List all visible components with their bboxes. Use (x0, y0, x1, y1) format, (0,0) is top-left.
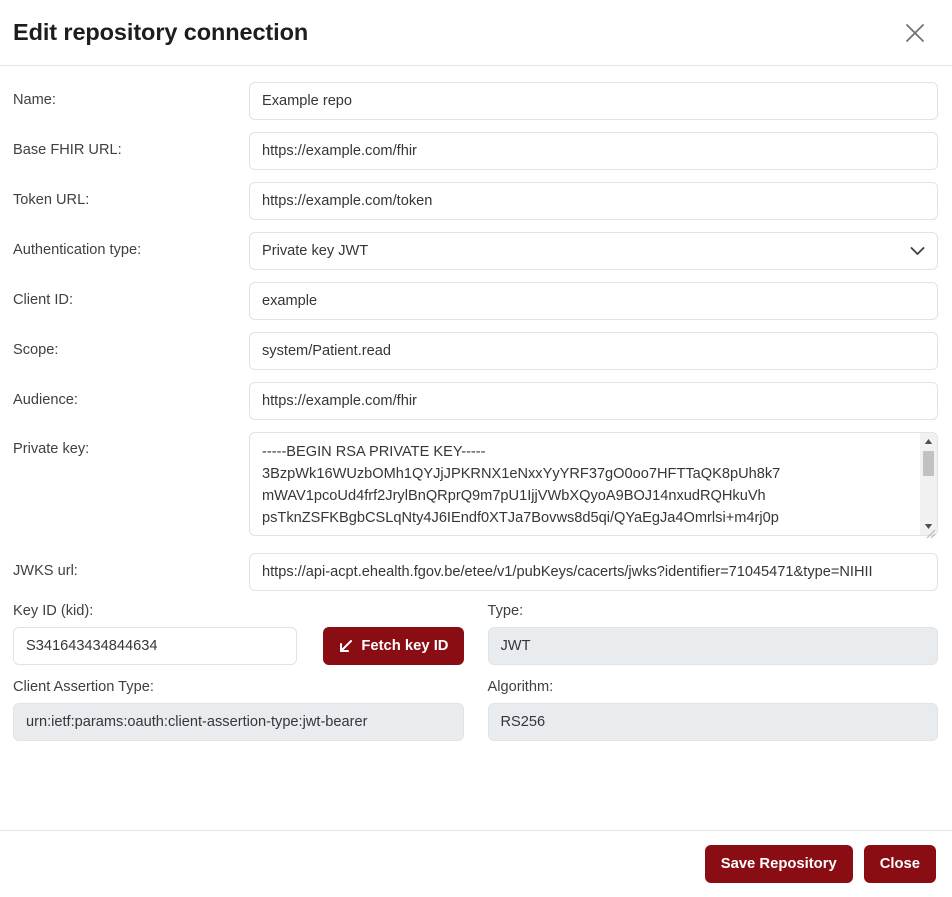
name-input[interactable] (249, 82, 938, 120)
form-row-name: Name: (13, 82, 938, 120)
form-row-private-key: Private key: -----BEGIN RSA PRIVATE KEY-… (13, 432, 938, 541)
scrollbar-thumb[interactable] (923, 451, 934, 476)
scroll-down-icon[interactable] (920, 518, 937, 535)
algorithm-group: Algorithm: (487, 679, 938, 741)
form-row-authentication-type: Authentication type: (13, 232, 938, 270)
form-row-audience: Audience: (13, 382, 938, 420)
dialog-body: Name: Base FHIR URL: Token URL: Authenti… (0, 66, 952, 830)
scroll-up-icon[interactable] (920, 433, 937, 450)
client-id-label: Client ID: (13, 292, 74, 309)
base-fhir-url-input[interactable] (249, 132, 938, 170)
form-row-client-assertion-and-algorithm: Client Assertion Type: Algorithm: (13, 679, 938, 741)
authentication-type-label: Authentication type: (13, 242, 142, 259)
edit-repository-connection-dialog: Edit repository connection Name: Base FH… (0, 0, 952, 897)
jwks-url-input[interactable] (249, 553, 938, 591)
type-group: Type: (487, 603, 938, 665)
authentication-type-select[interactable] (249, 232, 938, 270)
algorithm-label: Algorithm: (487, 679, 554, 695)
token-url-input[interactable] (249, 182, 938, 220)
private-key-scrollbar[interactable] (920, 433, 937, 535)
client-id-input[interactable] (249, 282, 938, 320)
private-key-label: Private key: (13, 441, 90, 457)
dialog-footer: Save Repository Close (0, 830, 952, 897)
scope-label: Scope: (13, 342, 59, 359)
close-button[interactable]: Close (863, 845, 936, 883)
form-row-jwks-url: JWKS url: (13, 553, 938, 591)
audience-label: Audience: (13, 392, 78, 409)
client-assertion-type-input (13, 703, 464, 741)
form-row-client-id: Client ID: (13, 282, 938, 320)
dialog-header: Edit repository connection (0, 0, 952, 66)
client-assertion-type-group: Client Assertion Type: (13, 679, 464, 741)
form-row-token-url: Token URL: (13, 182, 938, 220)
scope-input[interactable] (249, 332, 938, 370)
form-row-scope: Scope: (13, 332, 938, 370)
form-row-base-fhir-url: Base FHIR URL: (13, 132, 938, 170)
type-label: Type: (487, 603, 524, 619)
private-key-textarea[interactable]: -----BEGIN RSA PRIVATE KEY----- 3BzpWk16… (249, 432, 938, 536)
dialog-title: Edit repository connection (13, 18, 309, 45)
base-fhir-url-label: Base FHIR URL: (13, 142, 122, 159)
client-assertion-type-label: Client Assertion Type: (13, 679, 154, 695)
fetch-key-id-label: Fetch key ID (361, 638, 449, 654)
key-id-input[interactable] (13, 627, 298, 665)
arrow-down-left-icon (338, 639, 353, 654)
key-id-label: Key ID (kid): (13, 603, 94, 619)
type-input (487, 627, 938, 665)
token-url-label: Token URL: (13, 192, 90, 209)
form-row-key-id-and-type: Key ID (kid): Fetch key ID Type: (13, 603, 938, 665)
algorithm-input (487, 703, 938, 741)
close-icon[interactable] (898, 16, 932, 50)
jwks-url-label: JWKS url: (13, 563, 78, 580)
key-id-group: Key ID (kid): Fetch key ID (13, 603, 464, 665)
save-repository-button[interactable]: Save Repository (704, 845, 853, 883)
name-label: Name: (13, 92, 56, 109)
audience-input[interactable] (249, 382, 938, 420)
fetch-key-id-button[interactable]: Fetch key ID (323, 627, 464, 665)
